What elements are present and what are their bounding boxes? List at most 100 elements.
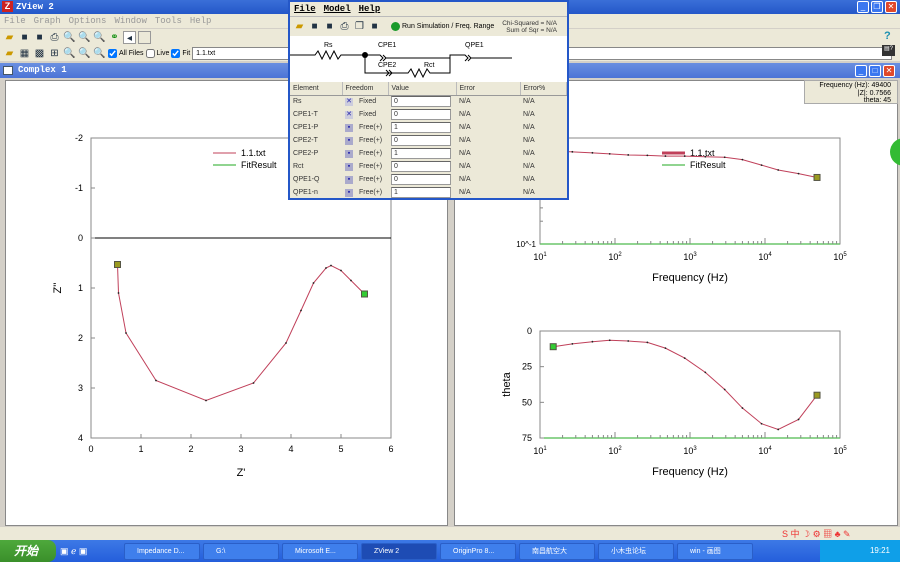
run-simulation-button[interactable]: Run Simulation / Freq. Range bbox=[402, 23, 494, 30]
value-input[interactable]: 1 bbox=[391, 148, 451, 159]
taskbar-item[interactable]: 小木虫论坛 bbox=[598, 542, 674, 560]
scroll-left-button[interactable]: ◂ bbox=[123, 30, 136, 44]
menu-file[interactable]: File bbox=[4, 16, 26, 26]
fit-label: Fit bbox=[182, 49, 191, 57]
error-cell: N/A bbox=[459, 150, 471, 157]
zoom-icon[interactable]: 🔍 bbox=[63, 47, 76, 60]
taskbar-item[interactable]: OriginPro 8... bbox=[440, 542, 516, 560]
value-input[interactable]: 0 bbox=[391, 174, 451, 185]
freedom-cell[interactable]: ▪ Free(+) bbox=[342, 121, 388, 134]
fixed-x-icon[interactable]: ✕ bbox=[345, 110, 353, 119]
data-point bbox=[760, 422, 763, 425]
save-icon[interactable]: ■ bbox=[308, 20, 321, 33]
y-tick-label: 50 bbox=[522, 397, 532, 407]
value-input[interactable]: 0 bbox=[391, 109, 451, 120]
open-folder-icon[interactable]: ▰ bbox=[3, 47, 16, 60]
freedom-label: Free(+) bbox=[359, 136, 383, 144]
start-button[interactable]: 开始 bbox=[0, 540, 56, 562]
close-button[interactable]: ✕ bbox=[885, 1, 897, 13]
y-axis-label: theta bbox=[501, 371, 513, 396]
free-toggle-icon[interactable]: ▪ bbox=[345, 162, 353, 171]
table-row: CPE2-P ▪ Free(+) 1 N/A N/A bbox=[290, 147, 567, 160]
help-icon[interactable]: ? bbox=[884, 30, 891, 42]
value-input[interactable]: 0 bbox=[391, 96, 451, 108]
circuit-icon[interactable]: ⚭ bbox=[108, 31, 121, 44]
value-input[interactable]: 0 bbox=[391, 135, 451, 146]
zoom-minus-icon[interactable]: 🔍 bbox=[93, 47, 106, 60]
taskbar-item[interactable]: ZView 2 bbox=[361, 542, 437, 560]
scroll-right-button[interactable] bbox=[138, 30, 151, 44]
open-icon[interactable]: ▰ bbox=[293, 20, 306, 33]
taskbar-item[interactable]: win - 画图 bbox=[677, 542, 753, 560]
value-input[interactable]: 0 bbox=[391, 161, 451, 172]
taskbar-item[interactable]: Microsoft E... bbox=[282, 542, 358, 560]
column-error: Error bbox=[456, 82, 521, 96]
value-input[interactable]: 1 bbox=[391, 122, 451, 133]
child-minimize-button[interactable]: _ bbox=[855, 65, 867, 77]
menu-tools[interactable]: Tools bbox=[155, 16, 182, 26]
freedom-cell[interactable]: ▪ Free(+) bbox=[342, 160, 388, 173]
dialog-menu-help[interactable]: Help bbox=[359, 4, 381, 14]
live-checkbox[interactable] bbox=[145, 48, 155, 58]
child-close-button[interactable]: ✕ bbox=[883, 65, 895, 77]
free-toggle-icon[interactable]: ▪ bbox=[345, 123, 353, 132]
copy-icon[interactable]: ❐ bbox=[353, 20, 366, 33]
free-toggle-icon[interactable]: ▪ bbox=[345, 175, 353, 184]
save-as-icon[interactable]: ■ bbox=[33, 31, 46, 44]
x-tick-label: 0 bbox=[88, 444, 93, 454]
free-toggle-icon[interactable]: ▪ bbox=[345, 188, 353, 197]
open-icon[interactable]: ▰ bbox=[3, 31, 16, 44]
minimize-button[interactable]: _ bbox=[857, 1, 869, 13]
run-icon[interactable] bbox=[391, 22, 400, 31]
freedom-cell[interactable]: ✕ Fixed bbox=[342, 108, 388, 121]
zoom-fit-icon[interactable]: 🔍 bbox=[93, 31, 106, 44]
equivalent-circuit-dialog: File Model Help ▰ ■ ■ ⎙ ❐ ■ Run Simulation / Fr… bbox=[288, 0, 569, 200]
legend-fit: FitResult bbox=[690, 160, 726, 170]
y-tick-label: 1 bbox=[78, 283, 83, 293]
context-help-icon[interactable]: ▤? bbox=[882, 45, 895, 56]
taskbar-item[interactable]: 南昌航空大 bbox=[519, 542, 595, 560]
error-cell: N/A bbox=[459, 163, 471, 170]
zoom-out-icon[interactable]: 🔍 bbox=[78, 31, 91, 44]
print-icon[interactable]: ⎙ bbox=[48, 31, 61, 44]
all-files-checkbox[interactable] bbox=[108, 48, 117, 58]
free-toggle-icon[interactable]: ▪ bbox=[345, 136, 353, 145]
save-icon[interactable]: ■ bbox=[18, 31, 31, 44]
circuit-diagram: Rs CPE1 CPE2 Rct QPE1 bbox=[290, 36, 567, 82]
menu-help[interactable]: Help bbox=[190, 16, 212, 26]
freedom-label: Fixed bbox=[359, 110, 377, 118]
free-toggle-icon[interactable]: ▪ bbox=[345, 149, 353, 158]
dialog-menu-model[interactable]: Model bbox=[324, 4, 351, 14]
fixed-x-icon[interactable]: ✕ bbox=[345, 97, 353, 106]
freedom-cell[interactable]: ▪ Free(+) bbox=[342, 134, 388, 147]
x-tick-label: 1 bbox=[138, 444, 143, 454]
child-maximize-button[interactable]: □ bbox=[869, 65, 881, 77]
quick-launch-icons[interactable]: ▣ ℯ ▣ bbox=[60, 546, 120, 557]
chart-icon[interactable]: ▩ bbox=[33, 47, 46, 60]
menu-window[interactable]: Window bbox=[114, 16, 146, 26]
x-axis-label: Frequency (Hz) bbox=[652, 466, 728, 478]
fit-checkbox[interactable] bbox=[171, 48, 181, 58]
layout-icon[interactable]: ⊞ bbox=[48, 47, 61, 60]
ime-icon[interactable]: S 中 ☽ ⚙ ▦ ♣ ✎ bbox=[782, 527, 851, 540]
app-title: ZView 2 bbox=[16, 2, 54, 12]
dialog-menu-file[interactable]: File bbox=[294, 4, 316, 14]
value-input[interactable]: 1 bbox=[391, 187, 451, 198]
print-icon[interactable]: ⎙ bbox=[338, 20, 351, 33]
export-icon[interactable]: ■ bbox=[368, 20, 381, 33]
menu-options[interactable]: Options bbox=[69, 16, 107, 26]
table-icon[interactable]: ▦ bbox=[18, 47, 31, 60]
error-cell: N/A bbox=[459, 124, 471, 131]
save-as-icon[interactable]: ■ bbox=[323, 20, 336, 33]
restore-button[interactable]: ❐ bbox=[871, 1, 883, 13]
zoom-in-icon[interactable]: 🔍 bbox=[63, 31, 76, 44]
freedom-cell[interactable]: ▪ Free(+) bbox=[342, 147, 388, 160]
freedom-cell[interactable]: ✕ Fixed bbox=[342, 95, 388, 108]
menu-graph[interactable]: Graph bbox=[34, 16, 61, 26]
taskbar-item[interactable]: Impedance D... bbox=[124, 542, 200, 560]
taskbar-item[interactable]: G:\ bbox=[203, 542, 279, 560]
freedom-cell[interactable]: ▪ Free(+) bbox=[342, 186, 388, 199]
start-marker bbox=[549, 343, 557, 351]
zoom-plus-icon[interactable]: 🔍 bbox=[78, 47, 91, 60]
freedom-cell[interactable]: ▪ Free(+) bbox=[342, 173, 388, 186]
